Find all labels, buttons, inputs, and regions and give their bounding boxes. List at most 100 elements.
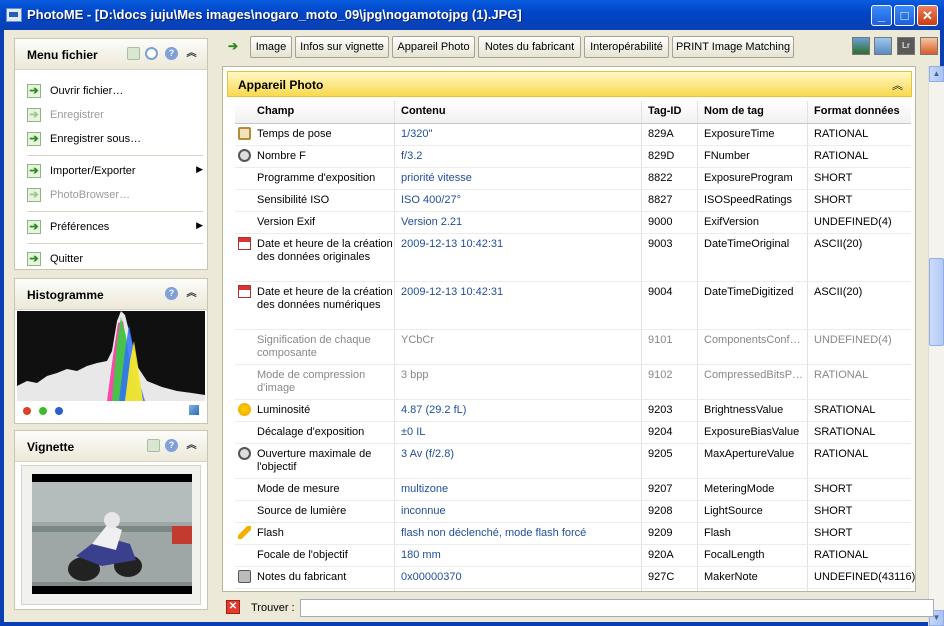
column-header-contenu[interactable]: Contenu bbox=[395, 101, 642, 123]
tab-3[interactable]: Appareil Photo bbox=[392, 36, 475, 58]
column-header-format[interactable]: Format données bbox=[808, 101, 911, 123]
cell-value: 3 Av (f/2.8) bbox=[395, 444, 642, 478]
cell-tag-name: BrightnessValue bbox=[698, 400, 808, 421]
window-title: PhotoME - [D:\docs juju\Mes images\nogar… bbox=[27, 7, 522, 22]
tab-5[interactable]: Interopérabilité bbox=[584, 36, 669, 58]
cell-tag-name: MaxApertureValue bbox=[698, 444, 808, 478]
collapse-icon[interactable]: ︽ bbox=[185, 47, 198, 60]
menu-item-7[interactable]: ➔ Quitter bbox=[27, 251, 203, 269]
red-channel-dot[interactable] bbox=[23, 407, 31, 415]
column-header-nom-de-tag[interactable]: Nom de tag bbox=[698, 101, 808, 123]
tab-1[interactable]: Image bbox=[250, 36, 292, 58]
thumbnail-panel: Vignette ? ︽ bbox=[14, 430, 208, 610]
histogram-panel-header: Histogramme ? ︽ bbox=[15, 279, 207, 310]
table-row[interactable]: Mode de mesure multizone 9207 MeteringMode S… bbox=[235, 479, 911, 501]
table-row[interactable]: Version Exif Version 2.21 9000 ExifVersion U… bbox=[235, 212, 911, 234]
collapse-icon[interactable]: ︽ bbox=[892, 77, 903, 93]
table-row[interactable]: Nombre Ff/3.2 829D FNumber RATIONAL bbox=[235, 146, 911, 168]
table-row[interactable]: Signification de chaque composante YCbCr 9… bbox=[235, 330, 911, 365]
cell-format: SRATIONAL bbox=[814, 404, 876, 416]
cell-field: Date et heure de la création des données… bbox=[235, 234, 395, 281]
section-title: Appareil Photo bbox=[238, 78, 324, 92]
cell-tag-name: ExifVersion bbox=[698, 212, 808, 233]
scroll-up-button[interactable]: ▲ bbox=[929, 66, 944, 82]
app-icon[interactable] bbox=[6, 8, 22, 22]
table-row[interactable]: Décalage d'exposition ±0 IL 9204 ExposureBi… bbox=[235, 422, 911, 444]
copy-icon[interactable] bbox=[127, 47, 140, 60]
table-row[interactable]: Programme d'exposition priorité vitesse 88… bbox=[235, 168, 911, 190]
column-header-tag-id[interactable]: Tag-ID bbox=[642, 101, 698, 123]
table-row[interactable]: Luminosité 4.87 (29.2 fL) 9203 BrightnessVa… bbox=[235, 400, 911, 422]
table-row[interactable]: Temps de pose 1/320" 829A ExposureTime RATIO… bbox=[235, 124, 911, 146]
tab-2[interactable]: Infos sur vignette bbox=[295, 36, 389, 58]
table-row[interactable]: Flash flash non déclenché, mode flash for… bbox=[235, 523, 911, 545]
help-icon[interactable]: ? bbox=[165, 47, 178, 60]
cell-format: SHORT bbox=[814, 527, 853, 539]
cell-tag-id: 829A bbox=[642, 124, 698, 145]
histogram-mode-icon[interactable] bbox=[189, 405, 199, 415]
copy-icon[interactable] bbox=[147, 439, 160, 452]
menu-item-6[interactable]: ➔ Préférences ▶ bbox=[27, 219, 203, 237]
table-row[interactable]: Mode de compression d'image 3 bpp 9102 Comp… bbox=[235, 365, 911, 400]
menu-panel-header: Menu fichier ? ︽ bbox=[15, 39, 207, 70]
cell-tag-id: 927C bbox=[642, 567, 698, 588]
table-row[interactable]: Source de lumière inconnue 9208 LightSource… bbox=[235, 501, 911, 523]
menu-item-label: Enregistrer sous… bbox=[50, 133, 142, 145]
cell-format: UNDEFINED(64) bbox=[808, 589, 911, 591]
picture-icon[interactable] bbox=[874, 37, 892, 55]
cell-value: 3 bpp bbox=[395, 365, 642, 399]
cell-tag-name: ISOSpeedRatings bbox=[698, 190, 808, 211]
exif-icon[interactable] bbox=[920, 37, 938, 55]
menu-item-4[interactable]: ➔ Importer/Exporter ▶ bbox=[27, 163, 203, 181]
arrow-icon: ➔ bbox=[27, 252, 41, 266]
maximize-button[interactable]: □ bbox=[894, 5, 915, 26]
table-row[interactable]: Focale de l'objectif 180 mm 920A FocalLengt… bbox=[235, 545, 911, 567]
table-row[interactable]: Date et heure de la création des données… bbox=[235, 282, 911, 330]
menu-item-label: PhotoBrowser… bbox=[50, 189, 131, 201]
minimize-button[interactable]: _ bbox=[871, 5, 892, 26]
cell-field: Décalage d'exposition bbox=[235, 422, 395, 443]
menu-panel: Menu fichier ? ︽ ➔ Ouvrir fichier… ➔ Enregi… bbox=[14, 38, 208, 270]
collapse-icon[interactable]: ︽ bbox=[185, 287, 198, 300]
close-find-icon[interactable]: ✕ bbox=[226, 600, 240, 614]
table-row[interactable]: Notes du fabricant 0x00000370 927C MakerNot… bbox=[235, 567, 915, 589]
table-row[interactable]: Sensibilité ISO ISO 400/27° 8827 ISOSpeedRa… bbox=[235, 190, 911, 212]
help-icon[interactable]: ? bbox=[165, 439, 178, 452]
scroll-thumb[interactable] bbox=[929, 258, 944, 346]
tab-6[interactable]: PRINT Image Matching bbox=[672, 36, 794, 58]
collapse-icon[interactable]: ︽ bbox=[185, 439, 198, 452]
cell-value: f/3.2 bbox=[395, 146, 642, 167]
menu-item-5[interactable]: ➔ PhotoBrowser… bbox=[27, 187, 203, 205]
lightroom-icon[interactable]: Lr bbox=[897, 37, 915, 55]
cell-tag-id: 9208 bbox=[642, 501, 698, 522]
menu-item-3[interactable]: ➔ Enregistrer sous… bbox=[27, 131, 203, 149]
help-icon[interactable]: ? bbox=[165, 287, 178, 300]
table-row[interactable]: Date et heure de la création des données… bbox=[235, 234, 911, 282]
table-row[interactable]: Ouverture maximale de l'objectif 3 Av (f/… bbox=[235, 444, 911, 479]
image-icon[interactable] bbox=[852, 37, 870, 55]
cell-value: ±0 IL bbox=[395, 422, 642, 443]
menu-item-1[interactable]: ➔ Ouvrir fichier… bbox=[27, 83, 203, 101]
close-button[interactable]: ✕ bbox=[917, 5, 938, 26]
menu-item-2[interactable]: ➔ Enregistrer bbox=[27, 107, 203, 125]
cell-tag-id: 9286 bbox=[642, 589, 698, 591]
cell-format: RATIONAL bbox=[814, 150, 869, 162]
find-input[interactable] bbox=[300, 599, 934, 617]
menu-separator bbox=[27, 243, 203, 244]
blue-channel-dot[interactable] bbox=[55, 407, 63, 415]
cell-tag-id: 9209 bbox=[642, 523, 698, 544]
tab-4[interactable]: Notes du fabricant bbox=[478, 36, 581, 58]
cell-value: YCbCr bbox=[395, 330, 642, 364]
histogram-panel: Histogramme ? ︽ bbox=[14, 278, 208, 424]
green-channel-dot[interactable] bbox=[39, 407, 47, 415]
vertical-scrollbar[interactable]: ▲ ▼ bbox=[928, 66, 944, 626]
menu-separator bbox=[27, 155, 203, 156]
table-row[interactable]: Commentaire utilisateur 9286UserCommentUN… bbox=[235, 589, 911, 591]
cell-value: ISO 400/27° bbox=[395, 190, 642, 211]
section-header[interactable]: Appareil Photo ︽ bbox=[227, 71, 912, 97]
cell-tag-id: 9102 bbox=[642, 365, 698, 399]
forward-arrow-icon[interactable]: ➔ bbox=[228, 39, 238, 53]
search-icon[interactable] bbox=[145, 47, 158, 60]
histogram-graph bbox=[17, 311, 205, 401]
column-header-champ[interactable]: Champ bbox=[235, 101, 395, 123]
